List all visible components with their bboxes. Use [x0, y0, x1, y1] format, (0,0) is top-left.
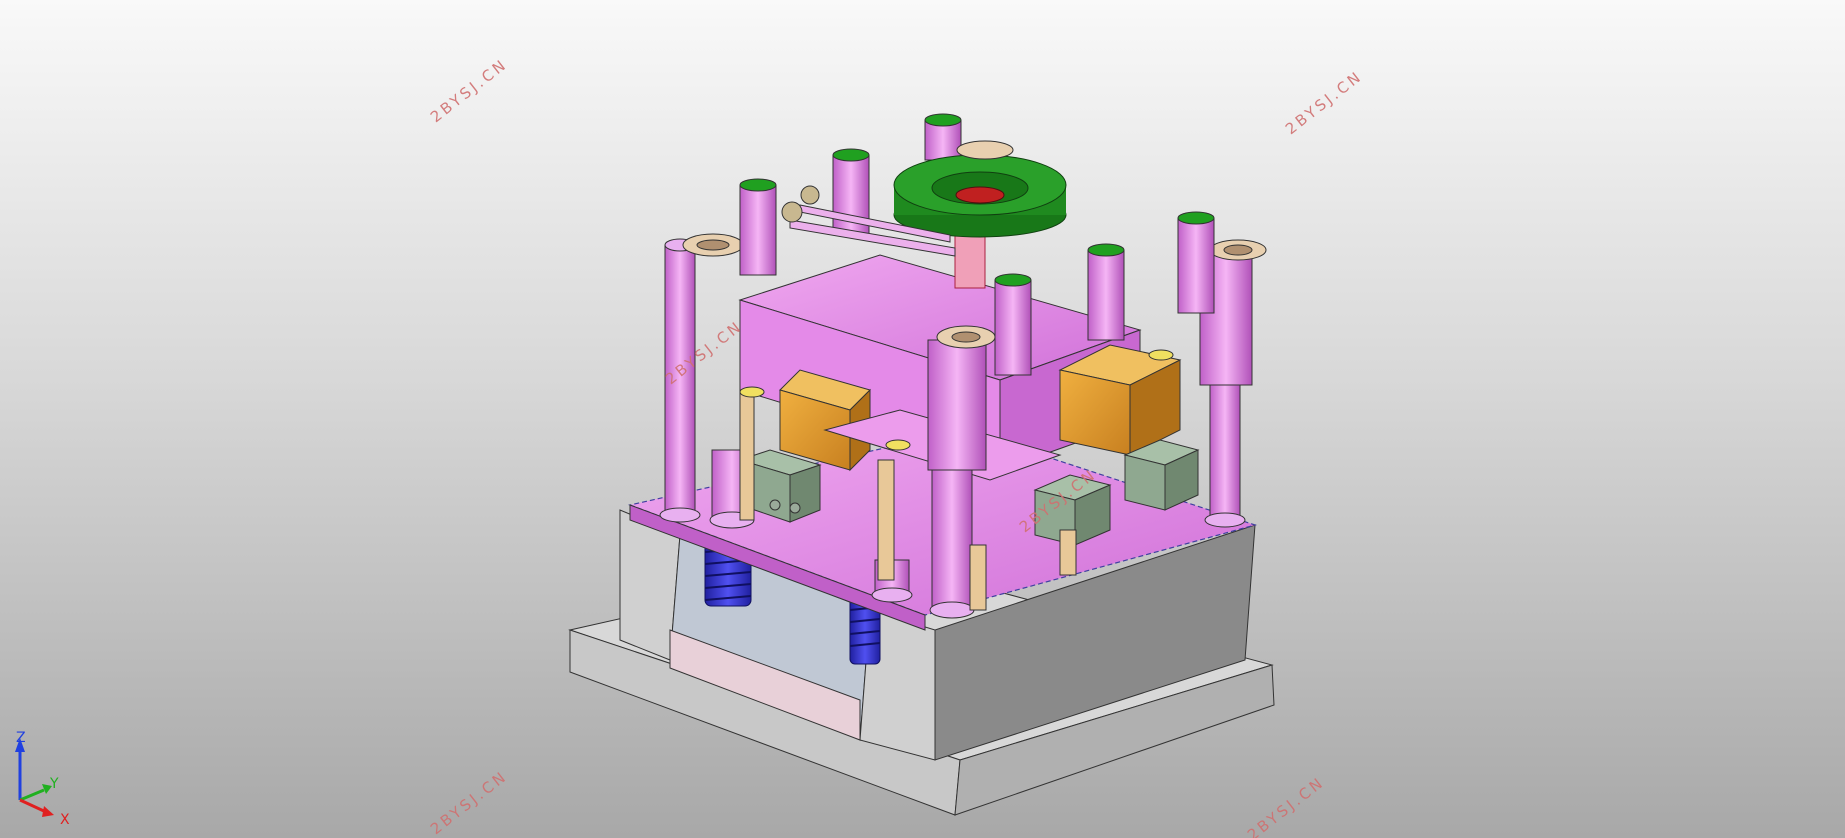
y-axis-arrow	[19, 788, 45, 802]
slider-right[interactable]	[1058, 344, 1182, 456]
x-axis-label: X	[60, 812, 70, 828]
cad-3d-viewport[interactable]: 2BYSJ.CN 2BYSJ.CN 2BYSJ.CN 2BYSJ.CN 2BYS…	[0, 0, 1845, 838]
lock-block-right[interactable]	[1123, 439, 1200, 511]
eject-pin-head-right	[1148, 349, 1174, 361]
y-axis-label: Y	[49, 776, 59, 792]
locating-ring[interactable]	[893, 140, 1067, 289]
mold-assembly-model[interactable]	[0, 0, 1845, 838]
z-axis-label: Z	[16, 730, 26, 746]
x-axis-arrow	[19, 798, 47, 814]
axis-triad: Z Y X	[15, 730, 70, 828]
eject-pin-head	[739, 386, 765, 398]
